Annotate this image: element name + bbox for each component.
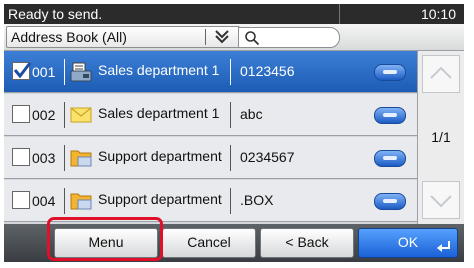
row-divider	[64, 59, 65, 85]
chevron-up-icon	[430, 66, 452, 79]
detail-button[interactable]	[374, 193, 406, 210]
more-icon	[383, 156, 397, 160]
detail-button[interactable]	[374, 107, 406, 124]
address-row[interactable]: 002 Sales department 1 abc	[4, 94, 417, 136]
status-divider	[339, 4, 340, 24]
ok-button[interactable]: OK	[358, 228, 458, 258]
row-name: Sales department 1	[98, 105, 220, 121]
menu-highlight-frame	[47, 217, 163, 261]
detail-button[interactable]	[374, 64, 406, 81]
row-divider	[230, 145, 231, 171]
chevron-down-icon	[215, 30, 229, 44]
clock-time: 10:10	[420, 6, 456, 22]
scroll-down-button[interactable]	[422, 181, 460, 219]
row-divider	[64, 145, 65, 171]
search-input[interactable]	[238, 27, 340, 48]
row-number: 004	[32, 193, 56, 209]
address-toolbar: Address Book (All)	[4, 24, 464, 51]
cancel-button[interactable]: Cancel	[162, 228, 256, 258]
email-icon	[70, 107, 92, 123]
row-checkbox[interactable]	[12, 62, 32, 80]
row-number: 001	[32, 64, 56, 80]
row-name: Support department	[98, 191, 222, 207]
folder-icon	[70, 150, 92, 167]
address-row[interactable]: 004 Support department .BOX	[4, 180, 417, 222]
scroll-up-button[interactable]	[422, 55, 460, 93]
detail-button[interactable]	[374, 150, 406, 167]
checkmark-icon	[13, 62, 32, 79]
more-icon	[383, 70, 397, 74]
row-number: 003	[32, 150, 56, 166]
search-icon	[245, 31, 260, 46]
row-destination: 0234567	[240, 149, 295, 165]
row-checkbox[interactable]	[12, 191, 30, 209]
fax-icon	[70, 62, 92, 82]
row-divider	[230, 188, 231, 214]
address-list: 001 Sales department 1 0123456 002 Sales…	[4, 51, 417, 224]
row-checkbox[interactable]	[12, 105, 30, 123]
row-divider	[64, 102, 65, 128]
ok-button-label: OK	[397, 234, 419, 250]
more-icon	[383, 199, 397, 203]
folder-icon	[70, 193, 92, 210]
row-destination: 0123456	[240, 63, 295, 79]
status-message: Ready to send.	[8, 6, 103, 22]
address-book-select[interactable]: Address Book (All)	[6, 26, 240, 48]
address-row[interactable]: 003 Support department 0234567	[4, 137, 417, 179]
more-icon	[383, 113, 397, 117]
row-destination: .BOX	[240, 192, 274, 208]
row-divider	[230, 59, 231, 85]
row-name: Support department	[98, 148, 222, 164]
row-checkbox[interactable]	[12, 148, 30, 166]
address-book-label: Address Book (All)	[11, 29, 127, 45]
enter-arrow-icon	[437, 241, 450, 252]
row-divider	[230, 102, 231, 128]
page-indicator: 1/1	[431, 129, 451, 145]
row-destination: abc	[240, 106, 263, 122]
address-row[interactable]: 001 Sales department 1 0123456	[4, 51, 417, 93]
row-number: 002	[32, 107, 56, 123]
page-scroll-panel: 1/1	[417, 51, 464, 224]
row-divider	[64, 188, 65, 214]
chevron-down-icon	[430, 195, 452, 208]
row-name: Sales department 1	[98, 62, 220, 78]
back-button[interactable]: < Back	[260, 228, 354, 258]
select-divider	[205, 29, 206, 45]
status-bar: Ready to send. 10:10	[4, 4, 464, 24]
